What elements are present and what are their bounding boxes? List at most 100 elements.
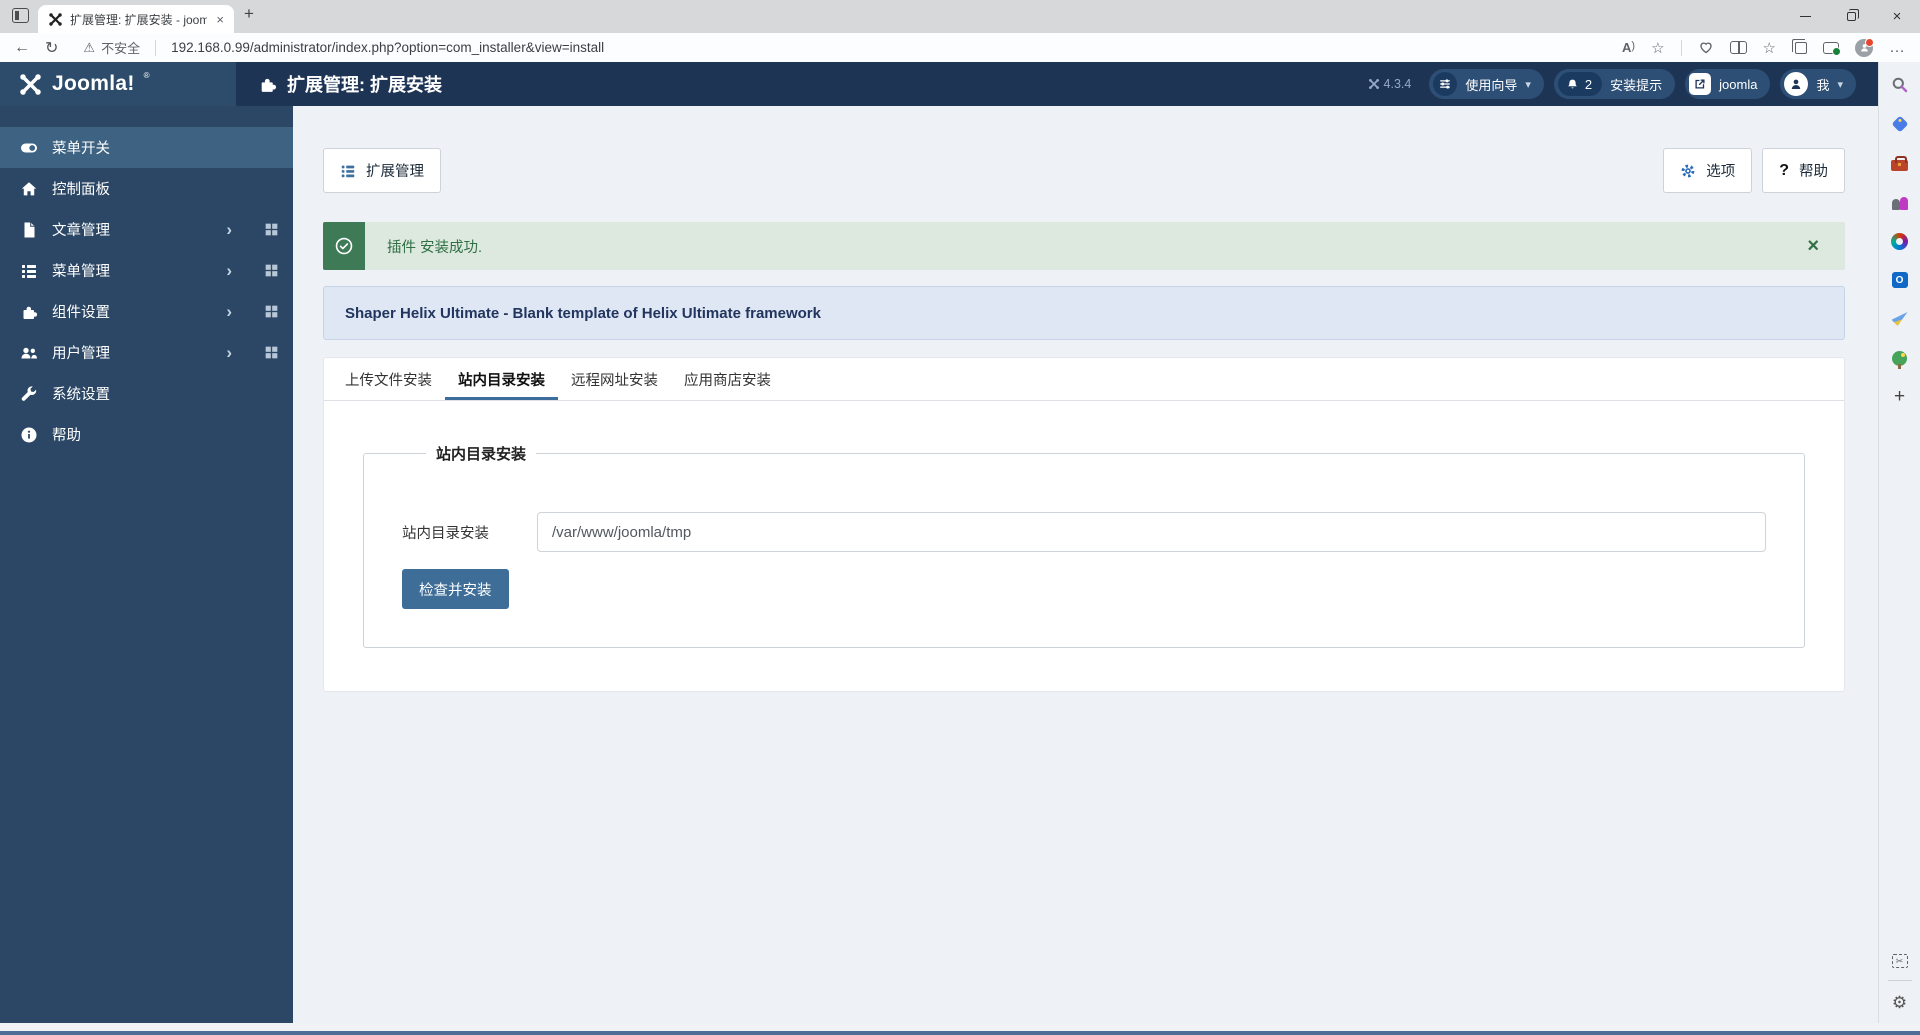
browser-toolbar: ← ↻ ⚠ 不安全 192.168.0.99/administrator/ind… bbox=[0, 33, 1920, 62]
screen: 扩展管理: 扩展安装 - joomla - 后 × + × ← ↻ ⚠ 不安全 … bbox=[0, 0, 1920, 1035]
close-button[interactable]: × bbox=[1874, 0, 1920, 33]
reload-icon[interactable]: ↻ bbox=[45, 38, 58, 58]
dashboard-grid-icon[interactable] bbox=[264, 222, 279, 237]
drop-icon[interactable] bbox=[1891, 310, 1909, 328]
preview-site-button[interactable]: joomla bbox=[1685, 69, 1771, 99]
user-menu-button[interactable]: 我 ▾ bbox=[1780, 69, 1856, 99]
alert-close-icon[interactable]: × bbox=[1807, 236, 1819, 256]
tab-install-from-folder[interactable]: 站内目录安装 bbox=[445, 358, 558, 400]
toolbox-icon[interactable] bbox=[1891, 154, 1909, 172]
browser-menu-icon[interactable]: … bbox=[1889, 39, 1906, 57]
install-card: 上传文件安装 站内目录安装 远程网址安装 应用商店安装 站内目录安装 站内目录安… bbox=[323, 357, 1845, 692]
puzzle-icon bbox=[23, 306, 38, 319]
options-label: 选项 bbox=[1706, 164, 1736, 180]
sidebar-settings-icon[interactable]: ⚙ bbox=[1892, 993, 1907, 1013]
browser-titlebar: 扩展管理: 扩展安装 - joomla - 后 × + × bbox=[0, 0, 1920, 33]
screenshot-icon[interactable]: ✂ bbox=[1891, 954, 1908, 968]
guided-tour-label: 使用向导 bbox=[1465, 77, 1518, 93]
info-icon bbox=[21, 427, 37, 442]
joomla-logo-icon bbox=[20, 73, 41, 95]
home-icon bbox=[21, 181, 37, 195]
new-tab-button[interactable]: + bbox=[244, 4, 254, 24]
microsoft-365-icon[interactable] bbox=[1891, 232, 1909, 250]
bell-icon bbox=[1568, 79, 1577, 88]
dashboard-grid-icon[interactable] bbox=[264, 304, 279, 319]
version-text: 4.3.4 bbox=[1383, 77, 1412, 91]
dashboard-grid-icon[interactable] bbox=[264, 263, 279, 278]
help-button[interactable]: ? 帮助 bbox=[1762, 148, 1845, 193]
sidebar-item-label: 控制面板 bbox=[52, 182, 110, 198]
sidebar-item-label: 文章管理 bbox=[52, 223, 110, 239]
sidebar-item-menu-toggle[interactable]: 菜单开关 bbox=[0, 127, 293, 168]
page-title-text: 扩展管理: 扩展安装 bbox=[287, 75, 442, 95]
security-label: 不安全 bbox=[101, 41, 141, 56]
divider bbox=[1680, 39, 1682, 56]
tab-upload-package[interactable]: 上传文件安装 bbox=[332, 358, 445, 400]
games-icon[interactable] bbox=[1891, 193, 1909, 211]
browser-essentials-icon[interactable] bbox=[1698, 40, 1714, 55]
dashboard-grid-icon[interactable] bbox=[264, 345, 279, 360]
divider bbox=[1887, 980, 1912, 981]
warning-icon: ⚠ bbox=[83, 39, 96, 55]
wallet-icon[interactable] bbox=[1823, 41, 1841, 56]
options-button[interactable]: 选项 bbox=[1663, 148, 1753, 193]
search-icon[interactable] bbox=[1891, 76, 1909, 94]
notifications-button[interactable]: 2 安装提示 bbox=[1553, 69, 1676, 99]
sidebar-item-help[interactable]: 帮助 bbox=[0, 414, 293, 455]
tab-title: 扩展管理: 扩展安装 - joomla - 后 bbox=[70, 12, 208, 27]
sidebar-item-content[interactable]: 文章管理 › bbox=[0, 209, 293, 250]
sidebar-item-system[interactable]: 系统设置 bbox=[0, 373, 293, 414]
check-circle-icon bbox=[323, 222, 365, 270]
document-icon bbox=[24, 222, 35, 237]
guided-tour-button[interactable]: 使用向导 ▾ bbox=[1429, 69, 1544, 99]
header-actions: 4.3.4 使用向导 ▾ 2 安装提示 joomla 我 ▾ bbox=[1368, 69, 1856, 99]
install-folder-fieldset: 站内目录安装 站内目录安装 检查并安装 bbox=[363, 443, 1805, 648]
shopping-icon[interactable] bbox=[1891, 115, 1909, 133]
back-icon[interactable]: ← bbox=[14, 39, 30, 57]
favorites-bar-icon[interactable]: ☆ bbox=[1763, 39, 1776, 57]
outlook-icon[interactable]: O bbox=[1891, 271, 1909, 289]
browser-tab[interactable]: 扩展管理: 扩展安装 - joomla - 后 × bbox=[38, 5, 234, 33]
chevron-right-icon: › bbox=[226, 260, 232, 280]
tab-actions-icon[interactable] bbox=[12, 8, 29, 23]
minimize-button[interactable] bbox=[1782, 0, 1828, 33]
joomla-version-icon bbox=[1368, 79, 1379, 89]
site-security[interactable]: ⚠ 不安全 bbox=[83, 38, 140, 57]
tab-close-icon[interactable]: × bbox=[214, 12, 226, 27]
success-alert: 插件 安装成功. × bbox=[323, 222, 1845, 270]
joomla-admin-page: Joomla! ® 扩展管理: 扩展安装 4.3.4 使用向导 ▾ 2 安装提示… bbox=[0, 62, 1878, 1023]
badge-count: 2 bbox=[1584, 76, 1593, 92]
check-and-install-button[interactable]: 检查并安装 bbox=[402, 569, 509, 609]
list-icon bbox=[22, 264, 36, 278]
directory-input[interactable] bbox=[537, 512, 1766, 552]
restore-button[interactable] bbox=[1828, 0, 1874, 33]
logo-registered-mark: ® bbox=[143, 71, 150, 80]
profile-avatar[interactable] bbox=[1855, 37, 1874, 57]
window-controls: × bbox=[1782, 0, 1920, 33]
admin-sidebar: 菜单开关 控制面板 文章管理 › 菜单管理 › 组件设置 › 用户管理 › 系统… bbox=[0, 106, 293, 1023]
sidebar-item-menus[interactable]: 菜单管理 › bbox=[0, 250, 293, 291]
collections-icon[interactable] bbox=[1792, 38, 1807, 54]
tree-icon[interactable] bbox=[1891, 349, 1909, 369]
split-screen-icon[interactable] bbox=[1729, 41, 1747, 54]
tab-install-from-webstore[interactable]: 应用商店安装 bbox=[671, 358, 784, 400]
sidebar-item-dashboard[interactable]: 控制面板 bbox=[0, 168, 293, 209]
sidebar-item-label: 用户管理 bbox=[52, 346, 110, 362]
sidebar-item-components[interactable]: 组件设置 › bbox=[0, 291, 293, 332]
add-favorite-icon[interactable]: ☆ bbox=[1651, 39, 1664, 57]
add-sidebar-item-icon[interactable]: + bbox=[1891, 386, 1909, 407]
list-icon bbox=[341, 165, 355, 177]
manage-extensions-button[interactable]: 扩展管理 bbox=[323, 148, 441, 193]
tab-install-from-url[interactable]: 远程网址安装 bbox=[558, 358, 671, 400]
sidebar-item-label: 帮助 bbox=[52, 428, 81, 444]
sidebar-item-users[interactable]: 用户管理 › bbox=[0, 332, 293, 373]
sidebar-item-label: 组件设置 bbox=[52, 305, 110, 321]
chevron-right-icon: › bbox=[226, 219, 232, 239]
page-title: 扩展管理: 扩展安装 bbox=[258, 71, 442, 97]
read-aloud-icon[interactable]: A) bbox=[1622, 40, 1635, 55]
user-icon bbox=[1784, 72, 1809, 96]
url-text[interactable]: 192.168.0.99/administrator/index.php?opt… bbox=[171, 40, 604, 55]
toggle-icon bbox=[21, 143, 37, 152]
joomla-logo: Joomla! ® bbox=[0, 62, 236, 106]
edge-sidebar-rail: O + ✂ ⚙ bbox=[1878, 62, 1920, 1023]
